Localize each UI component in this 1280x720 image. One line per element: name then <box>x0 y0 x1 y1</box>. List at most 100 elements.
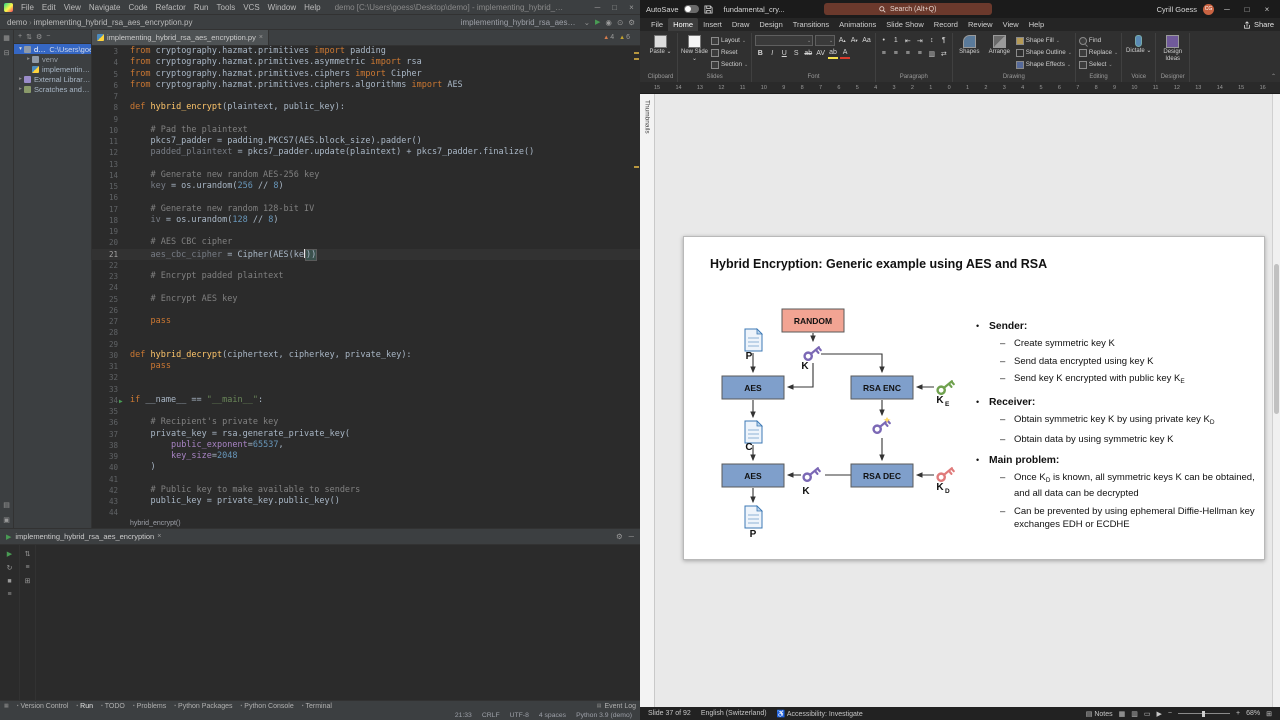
ribbon-tab-insert[interactable]: Insert <box>698 18 727 31</box>
dictate-button[interactable]: Dictate ⌄ <box>1125 33 1152 55</box>
settings-icon[interactable]: ⚙ <box>628 18 635 27</box>
italic-button[interactable]: I <box>767 48 777 59</box>
increase-indent-button[interactable]: ⇥ <box>915 35 925 46</box>
toolwindow-python-console[interactable]: ▪ Python Console <box>241 703 294 710</box>
line-spacing-button[interactable]: ↕ <box>927 35 937 46</box>
shape-effects-button[interactable]: Shape Effects ⌄ <box>1015 59 1072 70</box>
zoom-level[interactable]: 68% <box>1246 710 1260 717</box>
ribbon-tab-draw[interactable]: Draw <box>727 18 755 31</box>
text-direction-button[interactable]: ¶ <box>939 35 949 46</box>
highlight-color-button[interactable]: ab <box>828 48 839 59</box>
replace-button[interactable]: Replace ⌄ <box>1078 47 1118 58</box>
run-panel-tab[interactable]: implementing_hybrid_rsa_aes_encryption × <box>15 532 161 541</box>
ribbon-tab-review[interactable]: Review <box>963 18 998 31</box>
debug-button[interactable]: ◉ <box>605 18 612 27</box>
decrease-font-size-button[interactable]: A ▾ <box>849 35 859 46</box>
font-color-button[interactable]: A <box>840 48 851 59</box>
settings-icon[interactable]: ⚙ <box>36 33 42 41</box>
close-tab-icon[interactable]: × <box>259 34 263 41</box>
ribbon-tab-home[interactable]: Home <box>668 18 699 31</box>
menu-code[interactable]: Code <box>124 3 151 12</box>
shape-outline-button[interactable]: Shape Outline ⌄ <box>1015 47 1072 58</box>
up-stack-icon[interactable]: ⇅ <box>25 550 31 558</box>
pin-icon[interactable]: ≡ <box>7 591 11 598</box>
rerun-button[interactable]: ▶ <box>7 550 12 558</box>
project-tree-row[interactable]: ▸ venv <box>14 54 91 64</box>
notes-button[interactable]: ▤ Notes <box>1086 710 1113 718</box>
toolwindow-terminal[interactable]: ▪ Terminal <box>302 703 332 710</box>
ribbon-tab-view[interactable]: View <box>998 18 1024 31</box>
project-tree-row[interactable]: ▸ Scratches and Consoles <box>14 84 91 94</box>
layout-stripe-icon[interactable]: ▣ <box>3 516 10 524</box>
collapse-ribbon-icon[interactable]: ⌃ <box>1271 73 1276 80</box>
menu-navigate[interactable]: Navigate <box>85 3 125 12</box>
new-slide-button[interactable]: New Slide ⌄ <box>681 33 708 62</box>
structure-stripe-icon[interactable]: ⊟ <box>4 49 10 57</box>
menu-refactor[interactable]: Refactor <box>152 3 190 12</box>
normal-view-icon[interactable]: ▦ <box>1119 710 1126 718</box>
toolwindow-run[interactable]: ▪ Run <box>76 703 93 710</box>
search-everywhere-icon[interactable]: ⊙ <box>617 18 623 27</box>
menu-file[interactable]: File <box>17 3 38 12</box>
section-button[interactable]: Section ⌄ <box>711 59 748 70</box>
justify-button[interactable]: ≡ <box>915 48 925 59</box>
minimize-button[interactable]: ─ <box>589 3 606 12</box>
code-editor[interactable]: 3 from cryptography.hazmat.primitives imp… <box>92 46 640 518</box>
ribbon-tab-design[interactable]: Design <box>754 18 787 31</box>
increase-font-size-button[interactable]: A ▴ <box>837 35 847 46</box>
search-box[interactable]: Search (Alt+Q) <box>823 3 992 15</box>
menu-tools[interactable]: Tools <box>213 3 240 12</box>
bold-button[interactable]: B <box>755 48 765 59</box>
zoom-in-icon[interactable]: + <box>1236 710 1240 717</box>
menu-help[interactable]: Help <box>300 3 324 12</box>
status-item[interactable]: 4 spaces <box>539 712 566 719</box>
settings-icon[interactable]: ⚙ <box>616 532 623 541</box>
toolwindow-switcher-icon[interactable]: ▦ <box>4 703 9 709</box>
align-left-button[interactable]: ≡ <box>879 48 889 59</box>
toolwindow-todo[interactable]: ▪ TODO <box>101 703 125 710</box>
slide-number-indicator[interactable]: Slide 37 of 92 <box>648 710 691 717</box>
convert-smartart-button[interactable]: ⇄ <box>939 48 949 59</box>
project-tree-row[interactable]: ▾ demoC:\Users\goess\De <box>14 44 91 54</box>
status-item[interactable]: 21:33 <box>455 712 472 719</box>
zoom-slider[interactable] <box>1178 710 1231 717</box>
rerun-failed-icon[interactable]: ↻ <box>7 564 13 572</box>
align-center-button[interactable]: ≡ <box>891 48 901 59</box>
hide-panel-icon[interactable]: ─ <box>629 532 634 541</box>
share-button[interactable]: Share <box>1243 20 1274 31</box>
text-shadow-button[interactable]: S <box>791 48 801 59</box>
strikethrough-button[interactable]: ab <box>803 48 813 59</box>
run-button[interactable]: ▶ <box>595 18 600 26</box>
scrollbar-thumb[interactable] <box>1274 264 1279 414</box>
close-tab-icon[interactable]: × <box>157 533 161 540</box>
slide-text-content[interactable]: • Sender: – Create symmetric key K – Send dat… <box>976 321 1258 536</box>
decrease-indent-button[interactable]: ⇤ <box>903 35 913 46</box>
editor-tab[interactable]: implementing_hybrid_rsa_aes_encryption.p… <box>92 30 269 45</box>
menu-view[interactable]: View <box>60 3 85 12</box>
underline-button[interactable]: U <box>779 48 789 59</box>
slideshow-icon[interactable]: ▶ <box>1157 710 1162 718</box>
fit-slide-icon[interactable]: ⊞ <box>1266 710 1272 718</box>
toolwindow-problems[interactable]: ▪ Problems <box>133 703 166 710</box>
project-stripe-icon[interactable]: ▦ <box>3 34 10 42</box>
font-name-combo[interactable]: ⌄ <box>755 35 814 46</box>
slide-canvas[interactable]: RANDOM AES RSA ENC AES RSA DEC P K K E C… <box>683 236 1265 560</box>
editor-breadcrumbs[interactable]: hybrid_encrypt() <box>92 518 640 528</box>
document-title[interactable]: fundamental_cry... <box>724 5 785 14</box>
menu-window[interactable]: Window <box>264 3 300 12</box>
ribbon-tab-slide-show[interactable]: Slide Show <box>881 18 929 31</box>
save-icon[interactable] <box>703 4 713 14</box>
menu-vcs[interactable]: VCS <box>239 3 263 12</box>
maximize-button[interactable]: □ <box>606 3 623 12</box>
stop-button[interactable]: ■ <box>7 578 11 585</box>
find-button[interactable]: Find <box>1078 35 1118 46</box>
numbered-list-button[interactable]: 1 <box>891 35 901 46</box>
shapes-button[interactable]: Shapes <box>956 33 983 56</box>
status-item[interactable]: UTF-8 <box>510 712 529 719</box>
inspection-indicator[interactable]: ▲ 4 <box>603 34 614 41</box>
toolwindow-version-control[interactable]: ▪ Version Control <box>17 703 69 710</box>
character-spacing-button[interactable]: AV <box>815 48 826 59</box>
align-right-button[interactable]: ≡ <box>903 48 913 59</box>
close-button[interactable]: × <box>623 3 640 12</box>
minimize-button[interactable]: ─ <box>1220 5 1234 14</box>
